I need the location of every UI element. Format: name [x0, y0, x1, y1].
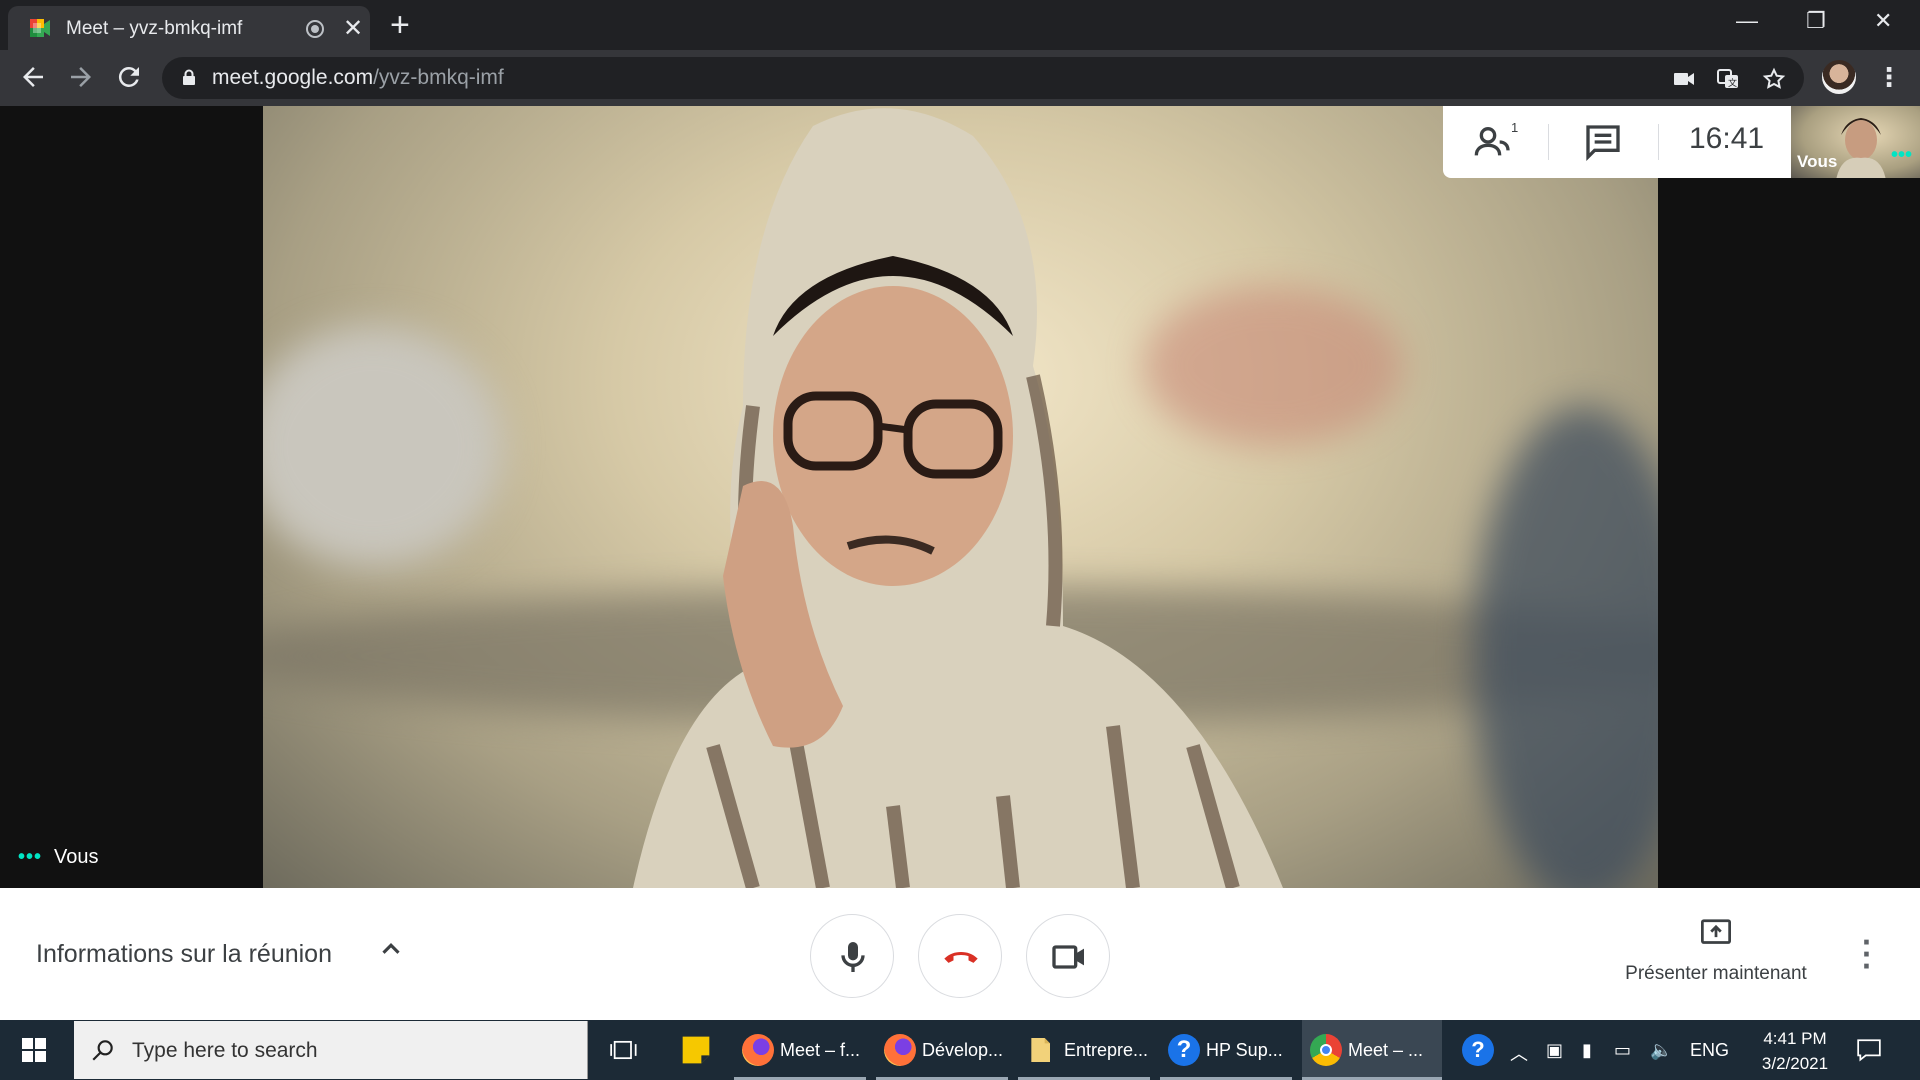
- microphone-tray-icon[interactable]: ▮: [1582, 1040, 1592, 1061]
- reload-icon[interactable]: [114, 62, 144, 92]
- firefox-icon: [742, 1034, 774, 1066]
- self-video-figure: [1836, 118, 1886, 178]
- microphone-icon: [841, 942, 865, 972]
- camera-button[interactable]: [1026, 914, 1110, 998]
- meeting-clock: 16:41: [1689, 122, 1765, 155]
- browser-toolbar: meet.google.com/yvz-bmkq-imf 文: [0, 50, 1920, 106]
- search-placeholder: Type here to search: [132, 1039, 318, 1062]
- translate-icon[interactable]: 文: [1716, 67, 1740, 91]
- folder-icon: [1031, 1038, 1050, 1062]
- battery-icon[interactable]: ▭: [1614, 1040, 1631, 1061]
- meet-control-bar: Informations sur la réunion Présenter ma…: [0, 888, 1920, 1020]
- new-tab-button[interactable]: +: [390, 6, 410, 45]
- divider: [1658, 124, 1659, 160]
- chevron-up-icon[interactable]: [376, 934, 406, 964]
- browser-tab-meet[interactable]: Meet – yvz-bmkq-imf ✕: [8, 6, 370, 50]
- volume-icon[interactable]: 🔈: [1650, 1040, 1672, 1061]
- address-bar[interactable]: meet.google.com/yvz-bmkq-imf 文: [162, 57, 1804, 99]
- browser-tab-strip: Meet – yvz-bmkq-imf ✕ + — ❐ ✕: [0, 0, 1920, 50]
- tab-close-icon[interactable]: ✕: [343, 14, 363, 43]
- bookmark-star-icon[interactable]: [1762, 67, 1786, 91]
- url-path: /yvz-bmkq-imf: [373, 66, 504, 89]
- lock-icon: [183, 69, 195, 85]
- recording-indicator-icon: [306, 20, 324, 38]
- chrome-center-dot: [1320, 1044, 1332, 1056]
- hang-up-phone-icon: [944, 952, 978, 963]
- taskbar-item-meet-firefox[interactable]: Meet – f...: [734, 1020, 866, 1080]
- participants-count: 1: [1511, 120, 1519, 135]
- self-video-tile[interactable]: Vous •••: [1791, 106, 1920, 178]
- windows-taskbar: Type here to search Meet – f... Dévelop.…: [0, 1020, 1920, 1080]
- forward-arrow-icon[interactable]: [66, 62, 96, 92]
- taskbar-item-developer-firefox[interactable]: Dévelop...: [876, 1020, 1008, 1080]
- present-screen-icon: [1701, 919, 1731, 944]
- tab-title: Meet – yvz-bmkq-imf: [66, 18, 243, 39]
- hang-up-button[interactable]: [918, 914, 1002, 998]
- hp-support-tray-icon[interactable]: ?: [1462, 1034, 1494, 1066]
- taskbar-item-label: Meet – ...: [1348, 1040, 1424, 1060]
- svg-text:文: 文: [1728, 77, 1737, 88]
- taskbar-item-meet-chrome[interactable]: Meet – ...: [1302, 1020, 1442, 1080]
- present-now-label: Présenter maintenant: [1625, 963, 1807, 984]
- google-meet-favicon-icon: [30, 19, 50, 37]
- show-hidden-icons-chevron-icon[interactable]: ︿: [1510, 1040, 1528, 1066]
- taskbar-clock[interactable]: 4:41 PM 3/2/2021: [1750, 1026, 1840, 1076]
- notification-center-icon[interactable]: [1856, 1038, 1882, 1062]
- profile-avatar[interactable]: [1822, 60, 1856, 94]
- background-blur: [1473, 406, 1658, 888]
- meet-stage: ••• Vous 1 16:41 Vous •••: [0, 106, 1920, 888]
- participants-icon[interactable]: [1473, 122, 1513, 162]
- self-tile-label: Vous: [1797, 152, 1838, 171]
- video-camera-icon: [1052, 945, 1084, 969]
- search-icon: [92, 1040, 113, 1061]
- meet-top-info-bar: 1 16:41: [1443, 106, 1791, 178]
- taskbar-time: 4:41 PM: [1763, 1029, 1827, 1048]
- restore-window-button[interactable]: ❐: [1806, 8, 1826, 34]
- back-arrow-icon[interactable]: [18, 62, 48, 92]
- input-language[interactable]: ENG: [1690, 1040, 1729, 1061]
- sticky-notes-icon[interactable]: [680, 1034, 712, 1066]
- participant-figure: [633, 108, 1283, 888]
- camera-in-use-icon[interactable]: [1672, 67, 1696, 91]
- main-participant-label: ••• Vous: [18, 846, 99, 869]
- meeting-info-button[interactable]: Informations sur la réunion: [36, 940, 332, 969]
- present-now-button[interactable]: Présenter maintenant: [1586, 918, 1846, 985]
- participant-options-icon[interactable]: •••: [18, 846, 42, 868]
- taskbar-item-label: Meet – f...: [780, 1040, 861, 1060]
- taskbar-item-folder[interactable]: Entrepre...: [1018, 1020, 1150, 1080]
- minimize-window-button[interactable]: —: [1736, 8, 1758, 34]
- windows-start-icon[interactable]: [22, 1038, 46, 1062]
- taskbar-item-label: Dévelop...: [922, 1040, 1004, 1060]
- taskbar-item-label: HP Sup...: [1206, 1040, 1283, 1060]
- divider: [1548, 124, 1549, 160]
- url-host: meet.google.com: [212, 66, 374, 89]
- chat-icon[interactable]: [1583, 122, 1623, 162]
- background-blur: [263, 326, 503, 566]
- url-text: meet.google.com/yvz-bmkq-imf: [212, 66, 504, 90]
- self-tile-options-icon[interactable]: •••: [1891, 144, 1912, 167]
- taskbar-search-input[interactable]: Type here to search: [74, 1021, 588, 1079]
- microphone-button[interactable]: [810, 914, 894, 998]
- main-video-feed: [263, 106, 1658, 888]
- taskbar-date: 3/2/2021: [1761, 1054, 1829, 1073]
- help-icon: ?: [1168, 1034, 1200, 1066]
- participant-name: Vous: [54, 846, 99, 868]
- task-view-icon[interactable]: [610, 1036, 638, 1064]
- close-window-button[interactable]: ✕: [1874, 8, 1892, 34]
- taskbar-item-hp-support[interactable]: ? HP Sup...: [1160, 1020, 1292, 1080]
- firefox-icon: [884, 1034, 916, 1066]
- taskbar-item-label: Entrepre...: [1064, 1040, 1149, 1060]
- device-icon[interactable]: ▣: [1546, 1040, 1563, 1061]
- more-options-icon[interactable]: · · ·: [1862, 926, 1873, 982]
- browser-menu-icon[interactable]: ⋮: [1876, 62, 1902, 93]
